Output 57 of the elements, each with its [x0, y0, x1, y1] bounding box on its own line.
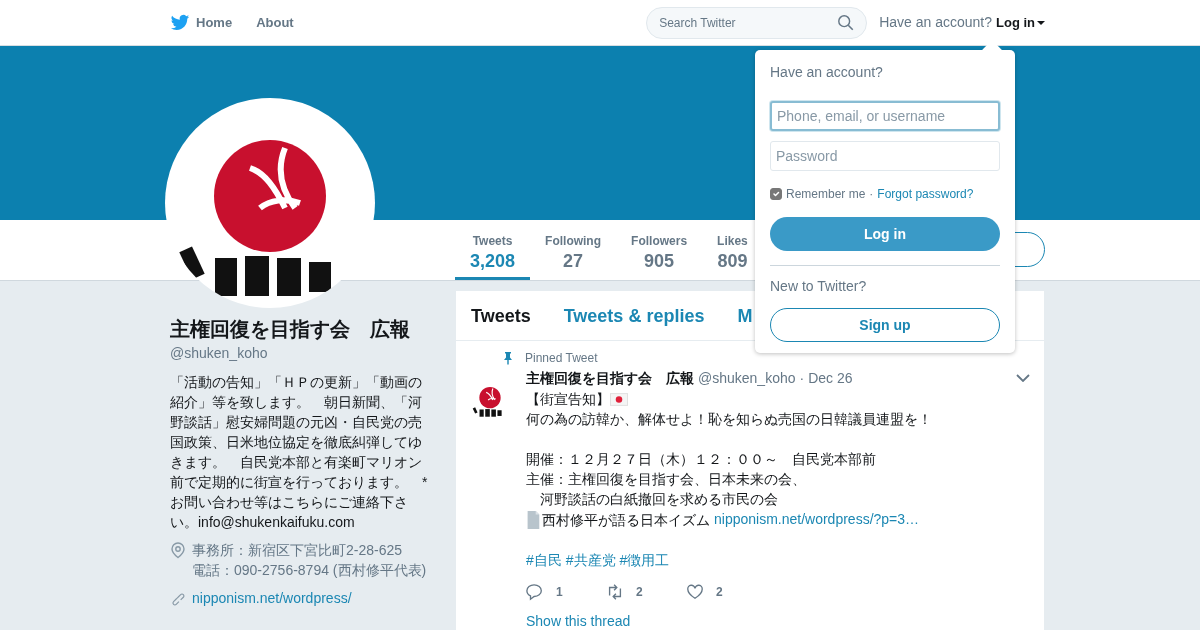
profile-handle: @shuken_koho: [170, 344, 269, 363]
forgot-password-link[interactable]: Forgot password?: [877, 185, 974, 203]
account-prompt: Have an account?: [879, 13, 992, 32]
profile-tab[interactable]: M: [722, 291, 753, 340]
action-count: 2: [716, 584, 723, 601]
tweet-text: 主催：主権回復を目指す会、日本未来の会、: [526, 470, 807, 489]
caret-icon: [1037, 20, 1045, 25]
stat-tab[interactable]: Following 27: [530, 220, 617, 280]
tweet-text: 開催：１２月２７日（木）１２：００～ 自民党本部前: [526, 450, 877, 469]
separator: ·: [869, 186, 874, 203]
remember-checkbox[interactable]: [770, 188, 782, 200]
tweet-link[interactable]: nipponism.net/wordpress/?p=3…: [714, 509, 920, 530]
remember-label: Remember me: [786, 186, 866, 203]
separator: ·: [799, 369, 805, 388]
pin-icon: [502, 351, 514, 365]
bird-icon: [170, 12, 190, 33]
login-link[interactable]: Log in: [996, 12, 1045, 33]
pinned-label: Pinned Tweet: [525, 350, 598, 367]
tweet-handle: @shuken_koho: [698, 369, 796, 388]
show-thread-link[interactable]: Show this thread: [526, 613, 631, 629]
document-icon: [526, 510, 540, 529]
tweet-author: 主権回復を目指す会 広報: [526, 369, 694, 388]
action-count: 2: [636, 584, 643, 601]
signup-button[interactable]: Sign up: [770, 308, 1000, 342]
username-field[interactable]: Phone, email, or username: [770, 101, 1000, 131]
password-field[interactable]: Password: [770, 141, 1000, 171]
profile-tab[interactable]: Tweets & replies: [548, 291, 705, 340]
hashtag-link[interactable]: #共産党: [565, 550, 616, 571]
link-icon: [170, 590, 186, 607]
hashtag-link[interactable]: #徴用工: [619, 550, 670, 571]
chevron-icon[interactable]: [1016, 374, 1030, 382]
retweet-icon[interactable]: [606, 583, 624, 601]
website-link[interactable]: nipponism.net/wordpress/: [192, 588, 352, 609]
location-icon: [170, 542, 186, 559]
location-text: 事務所：新宿区下宮比町2-28-625: [192, 541, 404, 560]
stat-tab[interactable]: Followers 905: [616, 220, 703, 280]
dropdown-title: Have an account?: [770, 63, 884, 82]
heart-icon[interactable]: [686, 583, 704, 601]
nav-link[interactable]: Home: [170, 12, 233, 33]
login-button[interactable]: Log in: [770, 217, 1000, 251]
tweet-text: 西村修平が語る日本イズム: [542, 510, 710, 530]
location-text: 電話：090-2756-8794 (西村修平代表): [192, 561, 427, 580]
stat-tab[interactable]: Tweets 3,208: [455, 220, 531, 280]
tweet-date[interactable]: Dec 26: [808, 367, 853, 389]
tweet-text: 【街宣告知】: [526, 390, 610, 409]
reply-icon[interactable]: [526, 583, 544, 601]
signup-prompt: New to Twitter?: [770, 277, 868, 296]
tweet-text: 何の為の訪韓か、解体せよ！恥を知らぬ売国の日韓議員連盟を！: [526, 410, 933, 429]
search-field[interactable]: Search Twitter: [646, 6, 868, 39]
profile-bio: 「活動の告知」「ＨＰの更新」「動画の紹介」等を致します。 朝日新聞、「河野談話」慰安婦問題の元凶・自民党の売国政策、日米地位協定を徹底糾弾してゆきます。 自民党本部と有楽町マリオン前で定期的に街宣を行っております。 *お問い合わせ等はこちらにご連絡下さい。info@shukenkaifuku.com: [170, 373, 429, 532]
profile-tab[interactable]: Tweets: [456, 291, 531, 340]
tweet-text: 河野談話の白紙撤回を求める市民の会: [539, 490, 779, 509]
nav-link[interactable]: About: [256, 12, 294, 33]
profile-name: 主権回復を目指す会 広報: [170, 317, 411, 342]
hashtag-link[interactable]: #自民: [526, 550, 562, 571]
flag-icon: [610, 392, 628, 406]
action-count: 1: [556, 584, 563, 601]
